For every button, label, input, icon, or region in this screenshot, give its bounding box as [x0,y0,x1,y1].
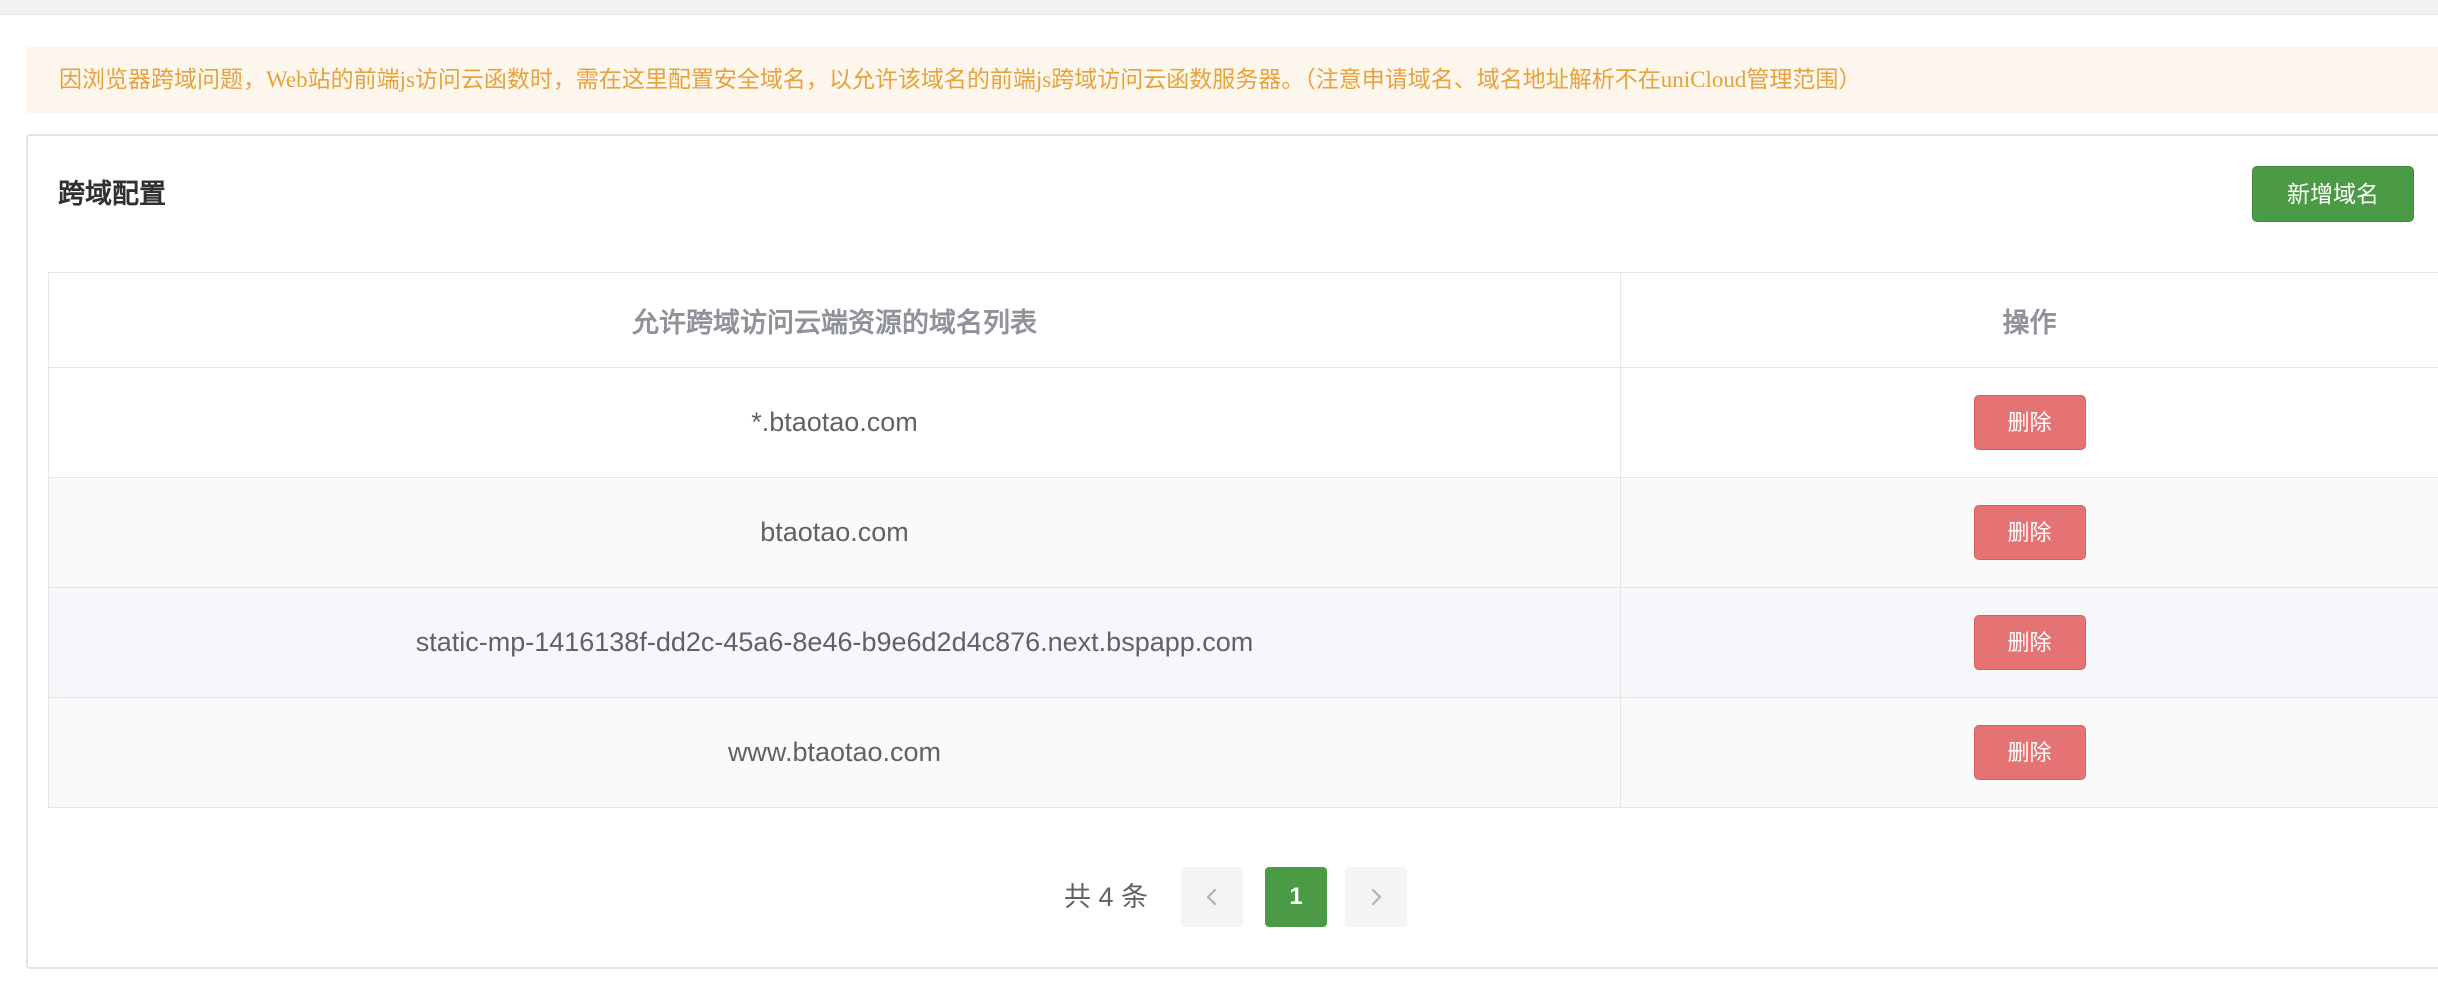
domain-cell: www.btaotao.com [48,697,1621,808]
delete-button[interactable]: 删除 [1973,725,2086,780]
delete-button[interactable]: 删除 [1973,505,2086,560]
domain-cell: static-mp-1416138f-dd2c-45a6-8e46-b9e6d2… [48,587,1621,698]
domain-table: 允许跨域访问云端资源的域名列表 操作 *.btaotao.com 删除 btao… [48,272,2438,808]
column-header-domain-list: 允许跨域访问云端资源的域名列表 [48,272,1621,368]
chevron-right-icon [1371,888,1382,906]
domain-cell: btaotao.com [48,477,1621,588]
card-title: 跨域配置 [58,179,166,209]
domain-cell: *.btaotao.com [48,367,1621,478]
table-row: www.btaotao.com 删除 [48,697,2438,808]
action-cell: 删除 [1620,367,2438,478]
table-header-row: 允许跨域访问云端资源的域名列表 操作 [48,272,2438,368]
delete-button[interactable]: 删除 [1973,395,2086,450]
action-cell: 删除 [1620,697,2438,808]
column-header-actions: 操作 [1620,272,2438,368]
pagination: 共 4 条 1 [0,867,2438,927]
page-number-button[interactable]: 1 [1265,867,1327,927]
table-row: *.btaotao.com 删除 [48,367,2438,478]
chevron-left-icon [1206,888,1217,906]
action-cell: 删除 [1620,587,2438,698]
delete-button[interactable]: 删除 [1973,615,2086,670]
top-strip [0,0,2438,15]
action-cell: 删除 [1620,477,2438,588]
prev-page-button[interactable] [1181,867,1243,927]
add-domain-button[interactable]: 新增域名 [2252,166,2414,222]
next-page-button[interactable] [1345,867,1407,927]
notice-banner: 因浏览器跨域问题，Web站的前端js访问云函数时，需在这里配置安全域名，以允许该… [26,47,2438,113]
table-row: btaotao.com 删除 [48,477,2438,588]
total-count: 共 4 条 [1064,882,1149,912]
table-row: static-mp-1416138f-dd2c-45a6-8e46-b9e6d2… [48,587,2438,698]
